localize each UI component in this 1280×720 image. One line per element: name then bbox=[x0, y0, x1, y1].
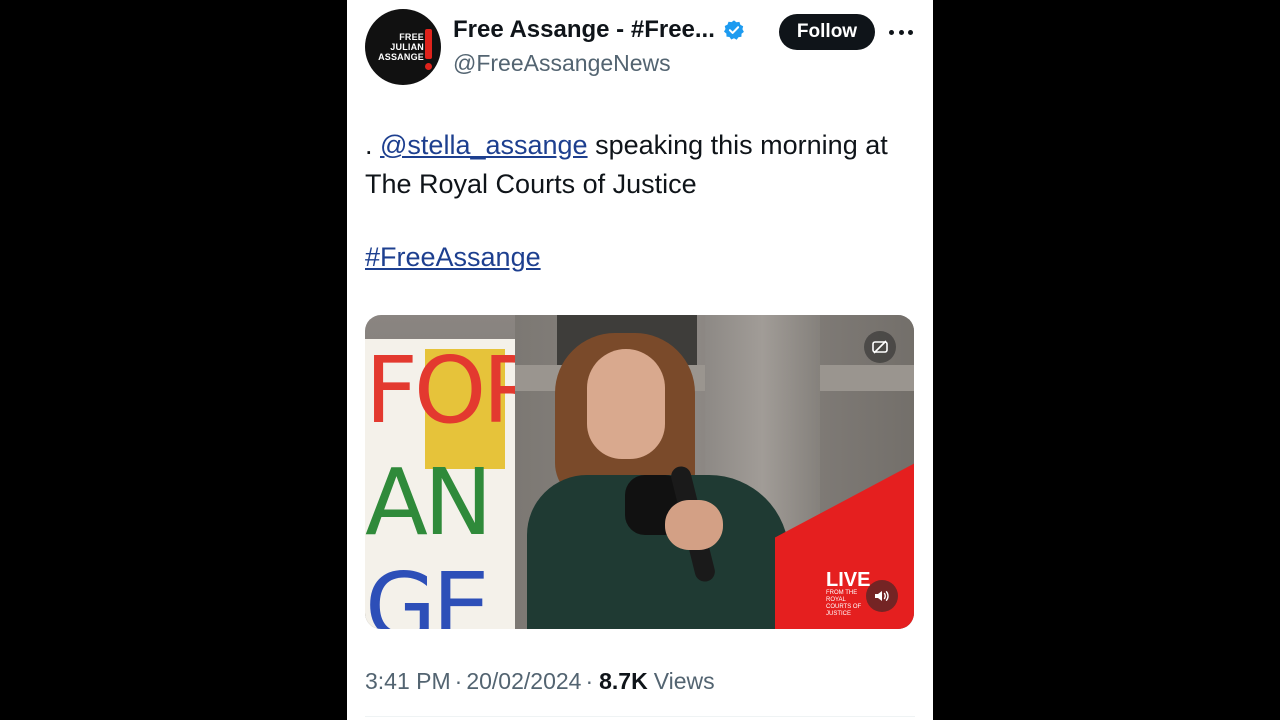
tweet-text: . @stella_assange speaking this morning … bbox=[365, 126, 925, 204]
speaker-face bbox=[587, 349, 665, 459]
meta-separator-2: · bbox=[585, 668, 594, 694]
hashtag-link[interactable]: #FreeAssange bbox=[365, 242, 541, 273]
tweet-meta: 3:41 PM · 20/02/2024 · 8.7K Views bbox=[365, 668, 715, 695]
post-time[interactable]: 3:41 PM bbox=[365, 668, 451, 695]
more-options-icon[interactable] bbox=[889, 22, 913, 42]
avatar-logo-text: FREE JULIAN ASSANGE bbox=[378, 32, 424, 62]
text-prefix: . bbox=[365, 130, 381, 160]
speaker-hands bbox=[665, 500, 723, 550]
author-name-row: Free Assange - #Free... bbox=[453, 16, 745, 44]
mention-link[interactable]: @stella_assange bbox=[380, 130, 588, 160]
follow-button[interactable]: Follow bbox=[779, 14, 875, 50]
views-label: Views bbox=[653, 668, 715, 694]
divider bbox=[365, 716, 915, 717]
sound-icon[interactable] bbox=[866, 580, 898, 612]
sign-text-line2: AN bbox=[365, 449, 493, 556]
sign-text-line1: FOR bbox=[365, 339, 515, 444]
live-label: LIVE bbox=[826, 569, 871, 591]
avatar[interactable]: FREE JULIAN ASSANGE bbox=[365, 9, 441, 85]
author-handle[interactable]: @FreeAssangeNews bbox=[453, 50, 671, 77]
protest-sign: FOR AN GE bbox=[365, 339, 515, 629]
avatar-exclamation-icon bbox=[425, 29, 432, 70]
live-subtitle: FROM THE ROYAL COURTS OF JUSTICE bbox=[826, 590, 862, 617]
meta-separator: · bbox=[454, 668, 463, 694]
display-name[interactable]: Free Assange - #Free... bbox=[453, 16, 715, 44]
tweet-card: FREE JULIAN ASSANGE Free Assange - #Free… bbox=[347, 0, 933, 720]
video-player[interactable]: FOR AN GE LIVE FROM THE ROYAL COURTS OF … bbox=[365, 315, 914, 629]
sign-text-line3: GE bbox=[365, 553, 490, 630]
verified-badge-icon bbox=[723, 20, 744, 40]
media-settings-icon[interactable] bbox=[864, 331, 896, 363]
post-date[interactable]: 20/02/2024 bbox=[466, 668, 581, 695]
views-count: 8.7K bbox=[599, 668, 648, 694]
